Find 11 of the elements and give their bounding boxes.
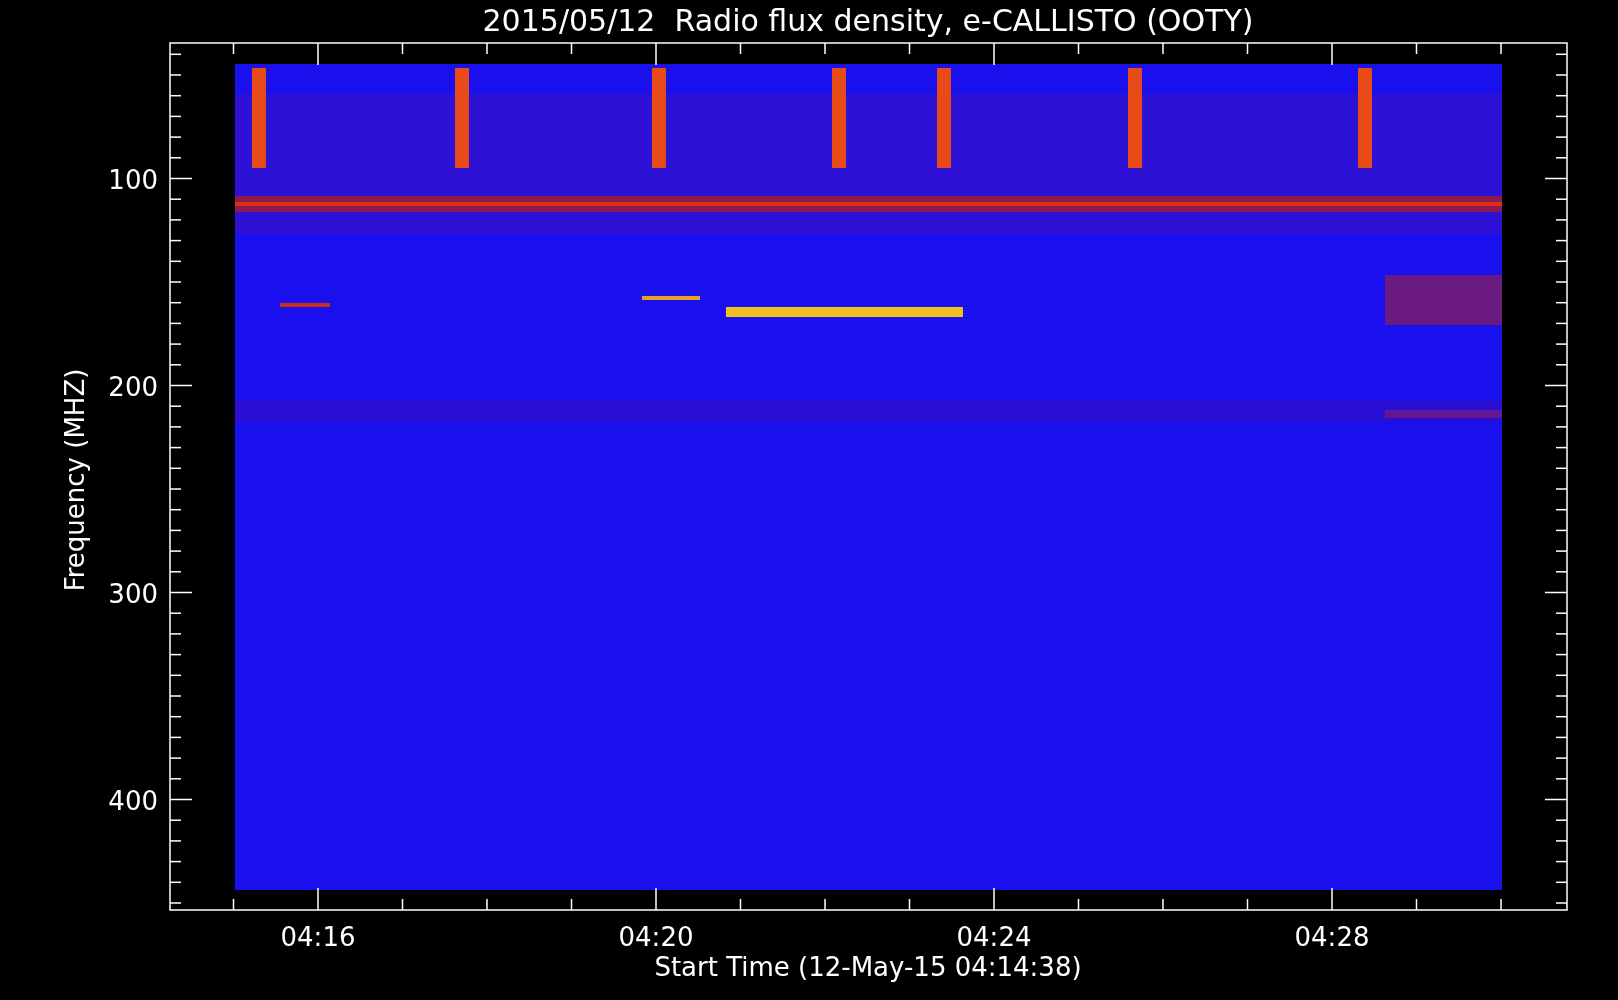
y-tick-label: 400 [108,785,158,816]
y-tick-label: 200 [108,371,158,402]
x-axis-label: Start Time (12-May-15 04:14:38) [654,952,1082,982]
y-tick-label: 100 [108,164,158,195]
x-tick-label: 04:20 [618,922,694,952]
x-tick-label: 04:16 [280,922,356,952]
y-tick-label: 300 [108,578,158,609]
chart-title: 2015/05/12 Radio flux density, e-CALLISTO (OOTY) [482,3,1254,38]
x-tick-label: 04:24 [956,922,1032,952]
y-axis-label: Frequency (MHZ) [60,368,90,592]
x-tick-label: 04:28 [1294,922,1370,952]
